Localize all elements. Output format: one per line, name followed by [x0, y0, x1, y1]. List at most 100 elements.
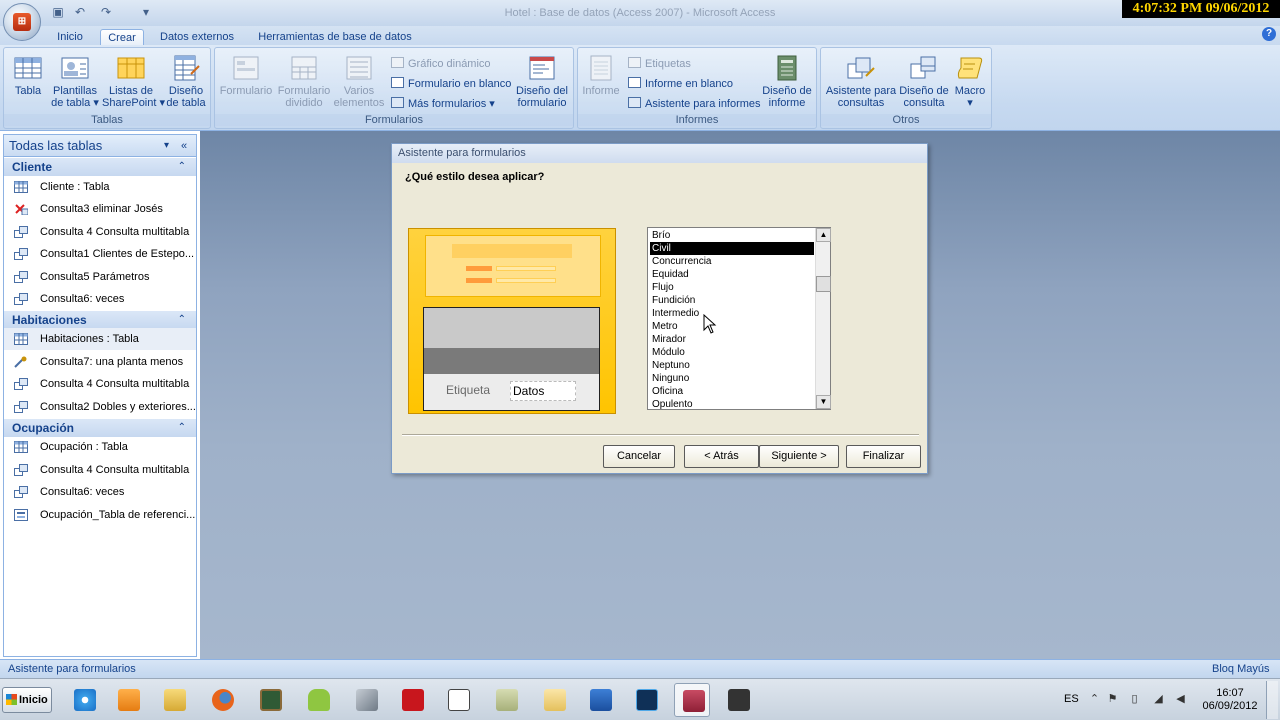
- nav-item[interactable]: Consulta 4 Consulta multitabla: [4, 459, 196, 481]
- nav-item[interactable]: Consulta5 Parámetros: [4, 266, 196, 288]
- nav-item[interactable]: Consulta6: veces: [4, 481, 196, 503]
- taskbar-note[interactable]: [488, 683, 524, 717]
- nav-item[interactable]: Ocupación_Tabla de referenci...: [4, 504, 196, 526]
- style-option[interactable]: Neptuno: [650, 359, 814, 372]
- undo-icon[interactable]: ↶: [72, 4, 88, 20]
- macro-button[interactable]: Macro ▾: [949, 54, 991, 109]
- diseno-informe-button[interactable]: Diseño de informe: [758, 54, 816, 109]
- finish-button[interactable]: Finalizar: [846, 445, 921, 468]
- help-icon[interactable]: ?: [1262, 27, 1276, 41]
- diseno-formulario-button[interactable]: Diseño del formulario: [513, 54, 571, 109]
- listas-sharepoint-button[interactable]: Listas de SharePoint ▾: [102, 54, 165, 109]
- formulario-blanco-button[interactable]: Formulario en blanco: [391, 76, 511, 92]
- cancel-button[interactable]: Cancelar: [603, 445, 675, 468]
- taskbar-photoshop[interactable]: [628, 683, 664, 717]
- style-option[interactable]: Ninguno: [650, 372, 814, 385]
- style-option[interactable]: Intermedio: [650, 307, 814, 320]
- language-indicator[interactable]: ES: [1064, 693, 1079, 705]
- scroll-down-icon[interactable]: ▼: [816, 395, 831, 409]
- scroll-thumb[interactable]: [816, 276, 831, 292]
- style-option[interactable]: Flujo: [650, 281, 814, 294]
- taskbar-app[interactable]: [252, 683, 288, 717]
- next-button[interactable]: Siguiente >: [759, 445, 839, 468]
- nav-item[interactable]: Consulta 4 Consulta multitabla: [4, 373, 196, 395]
- collapse-icon[interactable]: ⌃: [178, 311, 186, 329]
- taskbar-android[interactable]: [300, 683, 336, 717]
- nav-collapse-icon[interactable]: «: [181, 135, 187, 157]
- show-hidden-icons[interactable]: ⌃: [1088, 693, 1101, 706]
- varios-elementos-button[interactable]: Varios elementos: [333, 54, 385, 109]
- nav-section-ocupacion[interactable]: Ocupación ⌃: [4, 419, 196, 437]
- taskbar-access[interactable]: [674, 683, 710, 717]
- power-icon[interactable]: ▯: [1128, 693, 1141, 706]
- nav-item[interactable]: Consulta7: una planta menos: [4, 351, 196, 373]
- taskbar-tools[interactable]: [348, 683, 384, 717]
- diseno-consulta-button[interactable]: Diseño de consulta: [897, 54, 951, 109]
- style-option[interactable]: Módulo: [650, 346, 814, 359]
- style-option[interactable]: Brío: [650, 229, 814, 242]
- redo-icon[interactable]: ↷: [98, 4, 114, 20]
- asistente-informes-button[interactable]: Asistente para informes: [628, 96, 761, 112]
- formulario-button[interactable]: Formulario: [217, 54, 275, 97]
- start-button[interactable]: Inicio: [2, 687, 52, 713]
- network-icon[interactable]: ◢: [1152, 693, 1165, 706]
- taskbar-camera[interactable]: [720, 683, 756, 717]
- style-list[interactable]: Brío Civil Concurrencia Equidad Flujo Fu…: [647, 227, 831, 410]
- nav-dropdown-icon[interactable]: ▾: [164, 135, 169, 157]
- nav-header[interactable]: Todas las tablas ▾ «: [4, 135, 196, 157]
- style-option[interactable]: Mirador: [650, 333, 814, 346]
- style-option[interactable]: Concurrencia: [650, 255, 814, 268]
- volume-icon[interactable]: ◀: [1174, 693, 1187, 706]
- taskbar-folder[interactable]: [536, 683, 572, 717]
- mas-formularios-button[interactable]: Más formularios ▾: [391, 96, 495, 112]
- customize-qat-icon[interactable]: ▾: [138, 4, 154, 20]
- nav-item[interactable]: Ocupación : Tabla: [4, 436, 196, 458]
- informe-button[interactable]: Informe: [580, 54, 622, 97]
- taskbar-media[interactable]: [110, 683, 146, 717]
- style-option[interactable]: Opulento: [650, 398, 814, 409]
- style-option[interactable]: Equidad: [650, 268, 814, 281]
- asistente-consultas-button[interactable]: Asistente para consultas: [823, 54, 899, 109]
- taskbar-writer[interactable]: [440, 683, 476, 717]
- tab-inicio[interactable]: Inicio: [50, 29, 90, 46]
- tab-crear[interactable]: Crear: [100, 29, 144, 46]
- taskbar-explorer[interactable]: [156, 683, 192, 717]
- collapse-icon[interactable]: ⌃: [178, 419, 186, 437]
- office-button[interactable]: ⊞: [3, 3, 41, 41]
- tab-herramientas[interactable]: Herramientas de base de datos: [252, 29, 418, 46]
- style-option[interactable]: Fundición: [650, 294, 814, 307]
- formulario-label: Formulario: [219, 85, 273, 97]
- style-option[interactable]: Oficina: [650, 385, 814, 398]
- save-icon[interactable]: ▣: [50, 4, 66, 20]
- tray-clock[interactable]: 16:07 06/09/2012: [1200, 687, 1260, 713]
- nav-item[interactable]: Cliente : Tabla: [4, 176, 196, 198]
- tab-datos-externos[interactable]: Datos externos: [152, 29, 242, 46]
- nav-section-cliente[interactable]: Cliente ⌃: [4, 158, 196, 176]
- nav-item[interactable]: Consulta1 Clientes de Estepo...: [4, 243, 196, 265]
- back-button[interactable]: < Atrás: [684, 445, 759, 468]
- style-list-scrollbar[interactable]: ▲ ▼: [815, 228, 831, 409]
- style-option-selected[interactable]: Civil: [650, 242, 814, 255]
- nav-item[interactable]: Consulta 4 Consulta multitabla: [4, 221, 196, 243]
- collapse-icon[interactable]: ⌃: [178, 158, 186, 176]
- etiquetas-button[interactable]: Etiquetas: [628, 56, 691, 72]
- nav-section-habitaciones[interactable]: Habitaciones ⌃: [4, 311, 196, 329]
- flag-icon[interactable]: ⚑: [1106, 693, 1119, 706]
- taskbar-firefox[interactable]: [204, 683, 240, 717]
- informe-blanco-button[interactable]: Informe en blanco: [628, 76, 733, 92]
- show-desktop-button[interactable]: [1266, 681, 1278, 719]
- nav-item[interactable]: Consulta2 Dobles y exteriores...: [4, 396, 196, 418]
- plantillas-button[interactable]: Plantillas de tabla ▾: [48, 54, 102, 109]
- taskbar-word[interactable]: [582, 683, 618, 717]
- formulario-dividido-button[interactable]: Formulario dividido: [275, 54, 333, 109]
- scroll-up-icon[interactable]: ▲: [816, 228, 831, 242]
- grafico-dinamico-button[interactable]: Gráfico dinámico: [391, 56, 491, 72]
- nav-item[interactable]: Habitaciones : Tabla: [4, 328, 196, 350]
- nav-item[interactable]: Consulta6: veces: [4, 288, 196, 310]
- taskbar-ie[interactable]: [66, 683, 102, 717]
- tabla-button[interactable]: Tabla: [8, 54, 48, 97]
- diseno-tabla-button[interactable]: Diseño de tabla: [162, 54, 210, 109]
- taskbar-acrobat[interactable]: [394, 683, 430, 717]
- nav-item[interactable]: Consulta3 eliminar Josés: [4, 198, 196, 220]
- style-option[interactable]: Metro: [650, 320, 814, 333]
